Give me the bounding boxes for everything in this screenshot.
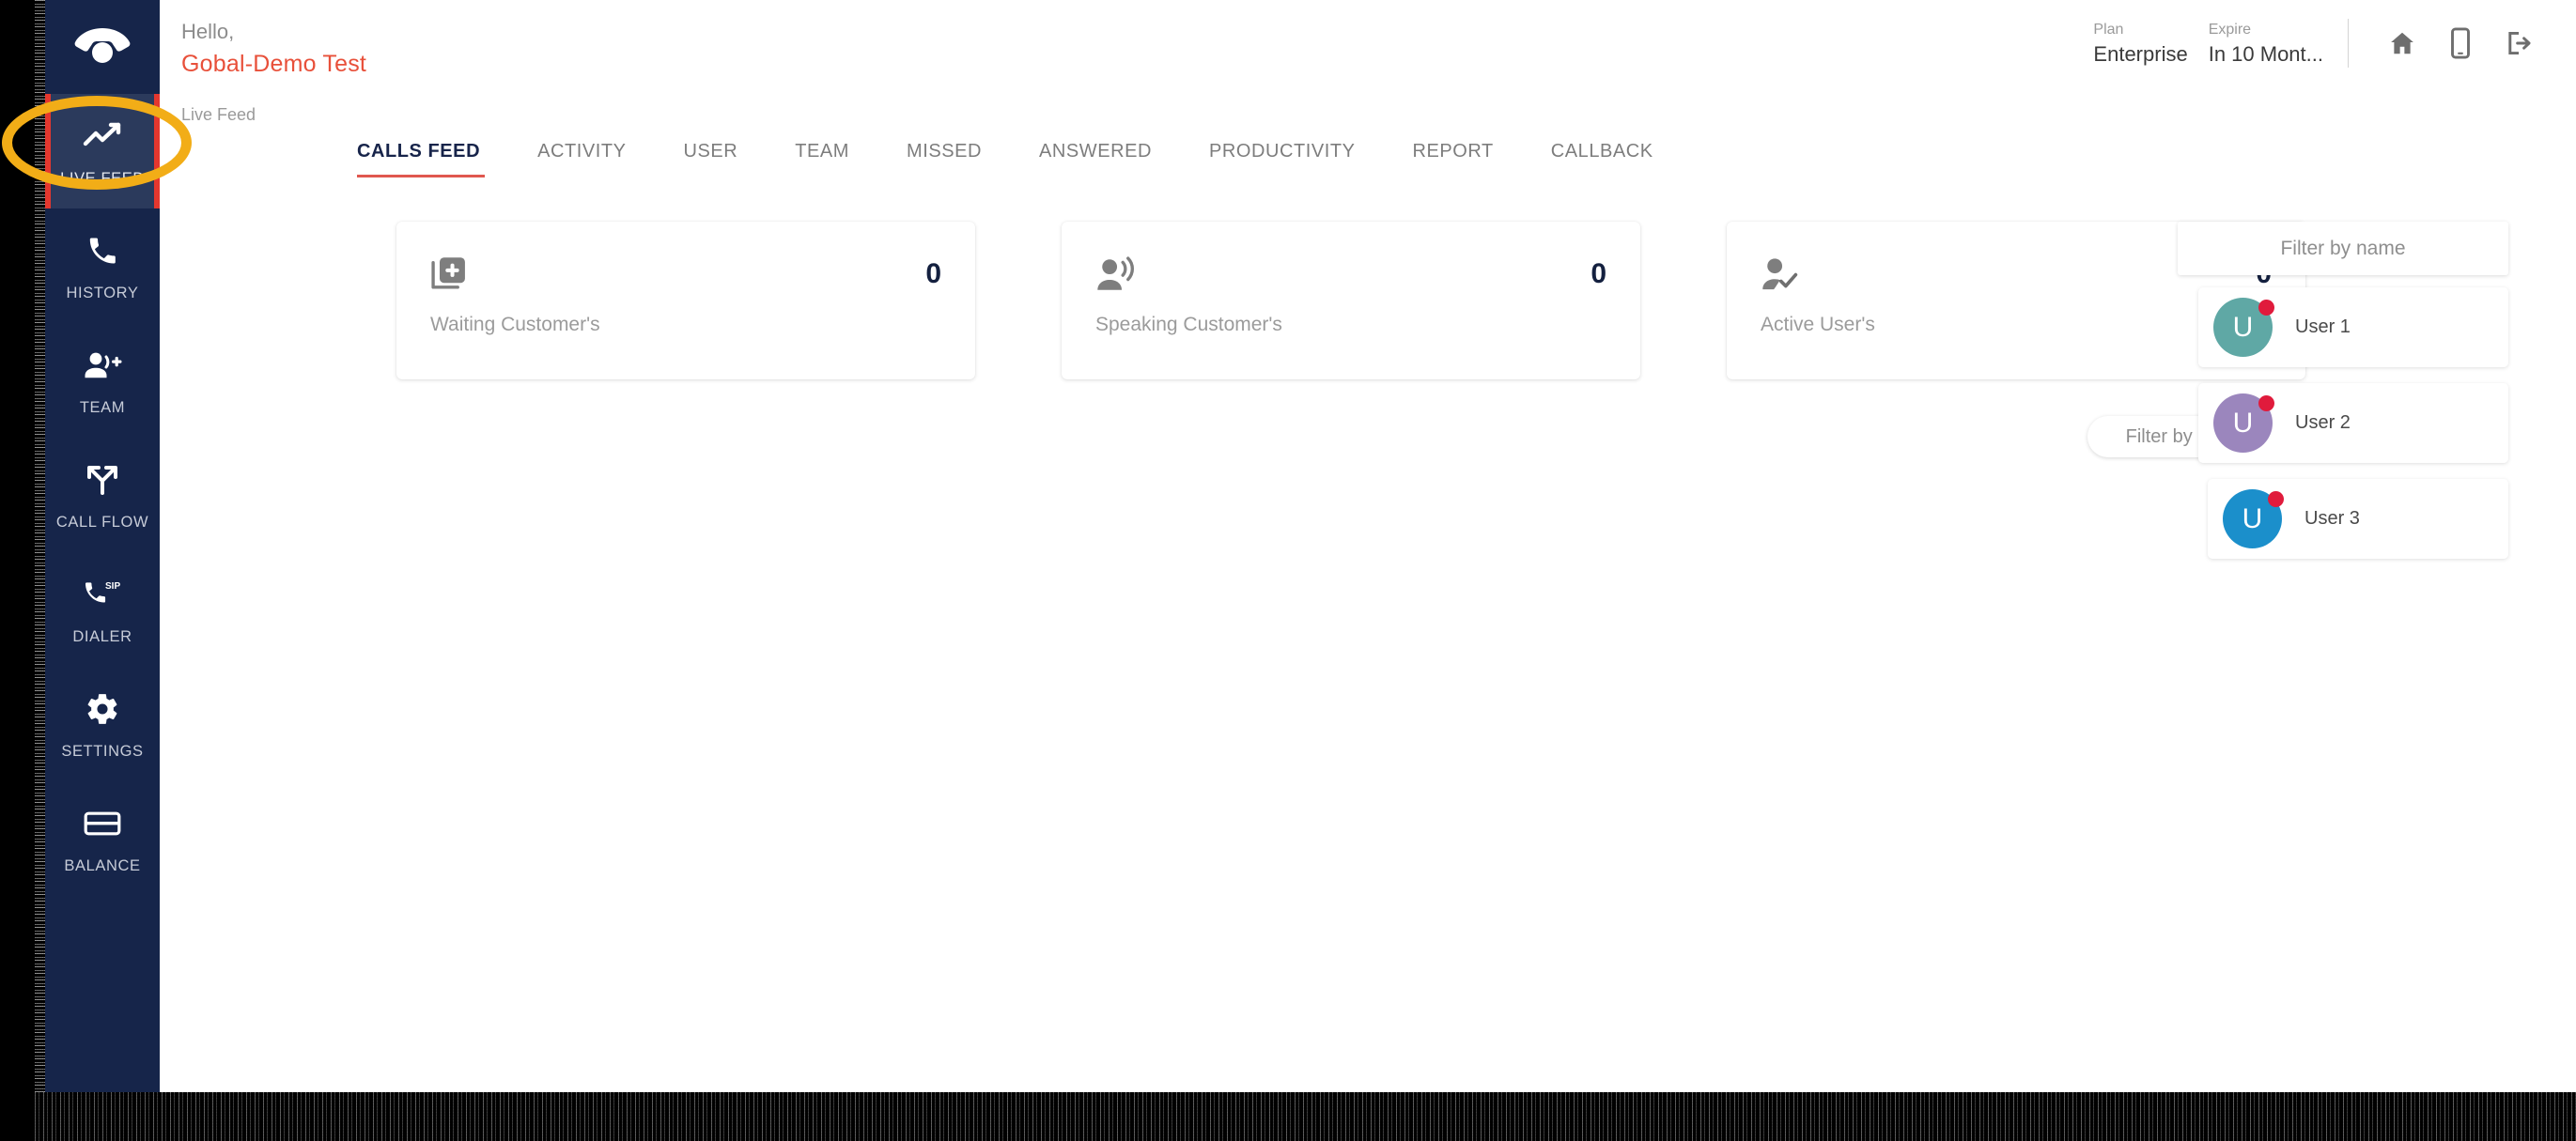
tab-missed[interactable]: MISSED [880,133,1013,187]
plan-info: Plan Enterprise Expire In 10 Mont... [2093,19,2342,68]
avatar-wrap: U [2213,298,2274,357]
tab-productivity[interactable]: PRODUCTIVITY [1183,133,1387,187]
status-badge [2258,300,2274,316]
queue-add-icon [430,254,473,295]
sidebar-item-settings[interactable]: SETTINGS [45,667,160,781]
tab-bar: CALLS FEED ACTIVITY USER TEAM MISSED ANS… [357,133,1684,187]
sidebar-item-label: DIALER [72,628,132,645]
status-badge [2268,491,2284,507]
sidebar-item-label: CALL FLOW [55,514,149,531]
status-badge [2258,395,2274,411]
logout-icon[interactable] [2490,16,2548,70]
plan-label: Plan [2093,22,2124,39]
sidebar: LIVE FEED HISTORY TEAM CALL FLOW SIP DIA… [45,0,160,1092]
person-check-icon [1761,254,1804,295]
plan-column: Plan Enterprise [2093,19,2187,68]
top-bar: Hello, Gobal-Demo Test Plan Enterprise E… [160,0,2576,94]
phone-handset-logo-icon [74,24,131,70]
capture-edge-artifact-bottom [35,1092,2576,1141]
user-name: User 1 [2295,316,2351,337]
tab-calls-feed[interactable]: CALLS FEED [357,133,511,187]
main-content: Hello, Gobal-Demo Test Plan Enterprise E… [160,0,2576,1092]
breadcrumb: Live Feed [181,105,256,124]
sidebar-item-label: BALANCE [64,857,141,874]
tab-report[interactable]: REPORT [1386,133,1524,187]
stat-card-row: 0 Waiting Customer's 0 Speaking Customer… [396,222,2305,379]
user-list-item[interactable]: U User 1 [2198,287,2508,367]
stat-card-label: Waiting Customer's [430,314,600,335]
sip-phone-icon: SIP [82,573,123,616]
stat-card-top: 0 [1095,254,1606,295]
call-flow-branch-icon [85,458,120,501]
tab-answered[interactable]: ANSWERED [1013,133,1183,187]
sidebar-item-history[interactable]: HISTORY [45,208,160,323]
user-list-item[interactable]: U User 3 [2208,479,2508,559]
sidebar-item-live-feed[interactable]: LIVE FEED [45,94,160,208]
users-panel: Filter by name U User 1 U User 2 U User … [2178,222,2535,559]
tab-activity[interactable]: ACTIVITY [511,133,657,187]
header-divider [2348,19,2349,68]
plan-value: Enterprise [2093,42,2188,67]
sidebar-item-dialer[interactable]: SIP DIALER [45,552,160,667]
sidebar-item-call-flow[interactable]: CALL FLOW [45,438,160,552]
capture-edge-artifact-left [35,0,45,1092]
sidebar-item-team[interactable]: TEAM [45,323,160,438]
avatar-wrap: U [2213,393,2274,453]
sidebar-item-label: TEAM [79,399,126,416]
sidebar-item-label: LIVE FEED [60,170,145,187]
tab-user[interactable]: USER [657,133,768,187]
plan-area: Plan Enterprise Expire In 10 Mont... [2093,0,2576,70]
trending-line-chart-icon [83,115,122,158]
expire-column: Expire In 10 Mont... [2209,19,2323,68]
expire-label: Expire [2208,22,2252,39]
filter-by-name-placeholder: Filter by name [2280,237,2406,259]
filter-by-name-input[interactable]: Filter by name [2178,222,2508,275]
stat-card-top: 0 [430,254,941,295]
phone-call-icon [85,229,119,272]
svg-text:SIP: SIP [105,581,120,592]
account-name: Gobal-Demo Test [181,50,367,77]
credit-card-icon [84,802,121,845]
person-speaking-icon [1095,254,1139,295]
stat-card-value: 0 [1591,258,1606,289]
sidebar-item-balance[interactable]: BALANCE [45,781,160,896]
gear-icon [85,687,120,731]
add-people-icon [83,344,122,387]
mobile-device-icon[interactable] [2431,16,2490,70]
home-icon[interactable] [2373,16,2431,70]
stat-card-waiting-customers: 0 Waiting Customer's [396,222,975,379]
expire-value: In 10 Mont... [2208,42,2323,67]
tab-callback[interactable]: CALLBACK [1525,133,1684,187]
user-name: User 3 [2304,508,2360,529]
sidebar-item-label: SETTINGS [61,743,144,760]
stat-card-value: 0 [925,258,941,289]
greeting-block: Hello, Gobal-Demo Test [160,0,366,81]
tab-team[interactable]: TEAM [768,133,880,187]
app-root: LIVE FEED HISTORY TEAM CALL FLOW SIP DIA… [0,0,2576,1141]
stat-card-speaking-customers: 0 Speaking Customer's [1062,222,1640,379]
avatar-wrap: U [2223,489,2284,548]
user-list-item[interactable]: U User 2 [2198,383,2508,463]
greeting-hello: Hello, [181,20,235,43]
user-name: User 2 [2295,412,2351,433]
stat-card-label: Speaking Customer's [1095,314,1282,335]
brand-logo[interactable] [45,0,160,94]
sidebar-item-label: HISTORY [66,285,139,301]
